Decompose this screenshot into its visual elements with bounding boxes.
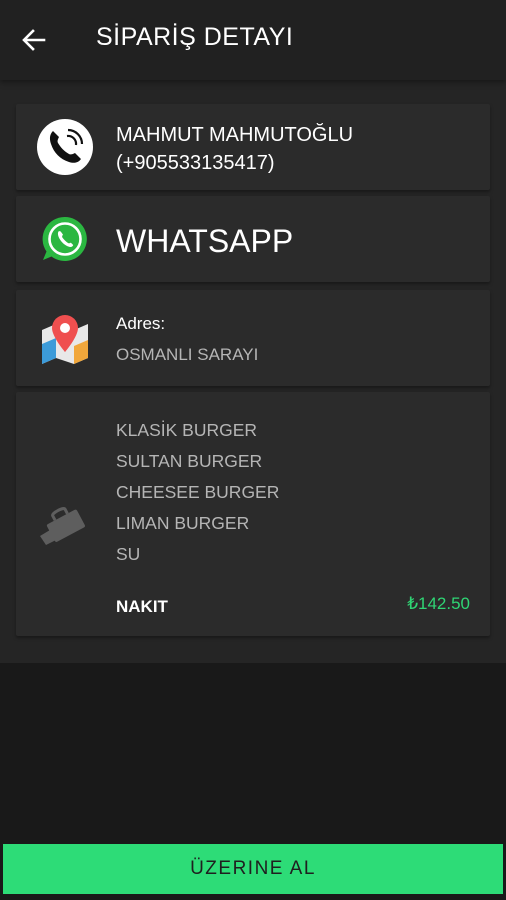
page-title: SİPARİŞ DETAYI xyxy=(96,23,294,51)
app-bar: SİPARİŞ DETAYI xyxy=(0,0,506,80)
list-item: SULTAN BURGER xyxy=(116,451,263,471)
take-order-button[interactable]: ÜZERINE AL xyxy=(3,844,503,894)
list-item: SU xyxy=(116,544,141,564)
order-item-list: KLASİK BURGER SULTAN BURGER CHEESEE BURG… xyxy=(116,420,279,575)
contact-name: MAHMUT MAHMUTOĞLU xyxy=(116,124,354,146)
whatsapp-label: WHATSAPP xyxy=(116,223,294,259)
contact-phone[interactable]: (+905533135417) xyxy=(116,149,353,177)
arrow-left-icon[interactable] xyxy=(18,24,50,56)
address-label: Adres: xyxy=(116,314,166,333)
contact-card[interactable]: MAHMUT MAHMUTOĞLU (+905533135417) xyxy=(16,104,490,190)
map-pin-icon xyxy=(42,315,88,364)
phone-icon xyxy=(37,119,93,175)
list-item: KLASİK BURGER xyxy=(116,420,258,440)
payment-method: NAKIT xyxy=(116,597,168,616)
whatsapp-card[interactable]: WHATSAPP xyxy=(16,196,490,282)
contact-info: MAHMUT MAHMUTOĞLU (+905533135417) xyxy=(116,121,353,177)
list-item: LIMAN BURGER xyxy=(116,513,250,533)
address-card: Adres: OSMANLI SARAYI xyxy=(16,290,490,386)
shopping-bag-icon xyxy=(40,507,85,545)
list-item: CHEESEE BURGER xyxy=(116,482,280,502)
order-items-card: KLASİK BURGER SULTAN BURGER CHEESEE BURG… xyxy=(16,392,490,636)
order-total: ₺142.50 xyxy=(407,594,470,613)
address-value: OSMANLI SARAYI xyxy=(116,345,259,364)
order-detail-content: MAHMUT MAHMUTOĞLU (+905533135417) WHATSA… xyxy=(0,80,506,663)
whatsapp-icon xyxy=(42,216,87,261)
